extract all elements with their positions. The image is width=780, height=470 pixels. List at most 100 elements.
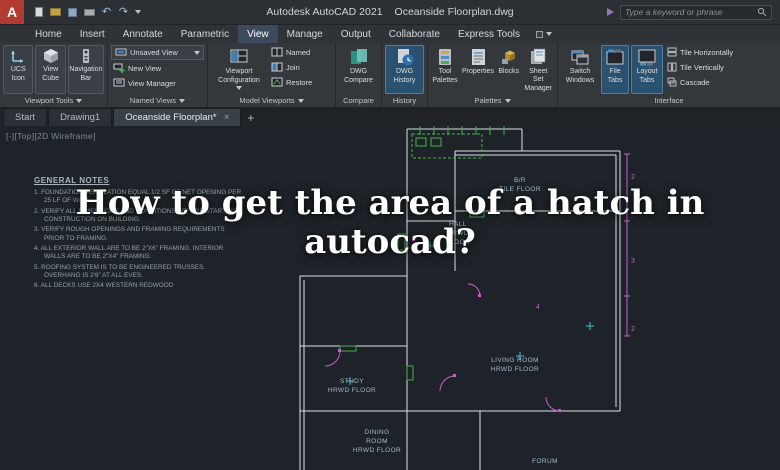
search-icon[interactable] [757,7,767,17]
tab-collaborate[interactable]: Collaborate [380,25,449,43]
share-icon[interactable] [607,8,614,16]
quick-access-toolbar: ↶ ↷ [24,6,150,18]
button-label: Tool [438,68,452,75]
panel-viewport-tools: UCS Icon View Cube Navigation Bar Viewpo… [0,43,108,108]
button-label: Join [286,62,300,72]
join-viewports-button[interactable]: Join [269,60,314,74]
button-label: DWG [349,68,368,75]
viewport-configuration-button[interactable]: Viewport Configuration [211,45,267,94]
panel-label-compare[interactable]: Compare [336,94,381,107]
tab-parametric[interactable]: Parametric [172,25,238,43]
new-view-icon [113,63,125,73]
view-cube-icon [43,49,58,63]
panel-label-viewport-tools[interactable]: Viewport Tools [0,94,107,107]
dwg-history-button[interactable]: DWG History [385,45,424,95]
button-label: Tabs [639,77,655,85]
new-view-button[interactable]: New View [111,61,204,75]
join-viewports-icon [271,62,283,72]
switch-windows-icon [571,50,589,65]
file-tab-start[interactable]: Start [3,108,48,127]
current-view-dropdown[interactable]: Unsaved View [111,45,204,60]
dwg-compare-button[interactable]: DWG Compare [339,45,378,94]
panel-label-named-views[interactable]: Named Views [108,94,207,107]
button-label: Tabs [607,77,623,85]
qat-dropdown-icon[interactable] [135,10,141,14]
named-viewports-icon [271,47,283,57]
button-label: Bar [80,75,92,83]
panel-model-viewports: Viewport Configuration Named Join Restor… [208,43,336,108]
undo-icon[interactable]: ↶ [101,6,112,18]
viewport-configuration-icon [230,49,248,63]
chevron-down-icon [236,86,242,91]
button-label: Icon [11,75,25,83]
panel-label-palettes[interactable]: Palettes [428,94,557,107]
ucs-icon-button[interactable]: UCS Icon [3,45,34,95]
room-label-dining-room: DINING ROOM HRWD FLOOR [352,429,402,455]
layout-tabs-icon [638,49,656,66]
switch-windows-button[interactable]: Switch Windows [561,45,599,94]
button-label: DWG [395,68,414,75]
restore-viewports-button[interactable]: Restore [269,75,314,89]
chevron-down-icon [194,50,200,55]
button-label: Manager [524,85,553,93]
chevron-down-icon [546,32,553,36]
panel-label-history[interactable]: History [382,94,427,107]
dwg-compare-icon [350,49,367,64]
properties-button[interactable]: Properties [461,45,495,94]
close-icon[interactable]: × [224,112,230,123]
blocks-button[interactable]: Blocks [497,45,521,94]
view-icon [115,48,127,55]
sheet-set-manager-button[interactable]: Sheet Set Manager [522,45,554,94]
overlay-question: How to get the area of a hatch in autoca… [75,183,705,262]
new-file-icon[interactable] [33,6,44,18]
tab-insert[interactable]: Insert [71,25,114,43]
tab-view[interactable]: View [238,25,278,43]
autocad-window: A ↶ ↷ Autodesk AutoCAD 2021 Oceanside Fl… [0,0,780,470]
button-label: Blocks [498,68,519,75]
ribbon: UCS Icon View Cube Navigation Bar Viewpo… [0,43,780,108]
tab-annotate[interactable]: Annotate [114,25,172,43]
file-tab-drawing1[interactable]: Drawing1 [48,108,113,127]
tile-horizontally-button[interactable]: Tile Horizontally [665,45,735,59]
new-drawing-tab-button[interactable]: + [242,109,259,126]
room-label-living-room: LIVING ROOM HRWD FLOOR [490,357,540,374]
button-label: Cube [42,75,60,83]
ribbon-state-icon [536,30,544,38]
button-label: View Manager [128,78,176,88]
title-bar: A ↶ ↷ Autodesk AutoCAD 2021 Oceanside Fl… [0,0,780,25]
tool-palettes-button[interactable]: Tool Palettes [431,45,459,94]
file-tab-oceanside-floorplan[interactable]: Oceanside Floorplan* × [113,108,242,127]
drawing-canvas[interactable]: [-][Top][2D Wireframe] GENERAL NOTES 1. … [0,126,780,470]
panel-label-model-viewports[interactable]: Model Viewports [208,94,335,107]
current-view-value: Unsaved View [130,48,178,57]
autocad-logo[interactable]: A [0,0,24,24]
chevron-down-icon [297,98,304,103]
view-manager-button[interactable]: View Manager [111,76,204,90]
redo-icon[interactable]: ↷ [118,6,129,18]
panel-interface: Switch Windows File Tabs Layout Tabs Til… [558,43,780,107]
tab-output[interactable]: Output [332,25,380,43]
plot-icon[interactable] [84,6,95,18]
search-input[interactable] [625,7,753,17]
button-label: Cascade [680,77,710,87]
viewport-controls[interactable]: [-][Top][2D Wireframe] [6,131,96,141]
button-label: Named [286,47,311,57]
view-cube-button[interactable]: View Cube [35,45,66,95]
tab-manage[interactable]: Manage [278,25,332,43]
file-tabs-button[interactable]: File Tabs [601,45,629,95]
layout-tabs-button[interactable]: Layout Tabs [631,45,663,95]
tab-express-tools[interactable]: Express Tools [449,25,529,43]
navigation-bar-button[interactable]: Navigation Bar [67,45,104,95]
tile-vertically-button[interactable]: Tile Vertically [665,60,735,74]
ribbon-options-button[interactable] [529,25,559,43]
cascade-button[interactable]: Cascade [665,75,735,89]
named-viewports-button[interactable]: Named [269,45,314,59]
tab-home[interactable]: Home [26,25,71,43]
general-note: 6. ALL DECKS USE 2X4 WESTERN REDWOOD [34,282,174,290]
save-icon[interactable] [67,6,78,18]
properties-icon [471,49,485,65]
button-label: Tile Vertically [680,62,724,72]
open-file-icon[interactable] [50,6,61,18]
chevron-down-icon [504,98,511,103]
panel-label-interface[interactable]: Interface [558,94,780,107]
